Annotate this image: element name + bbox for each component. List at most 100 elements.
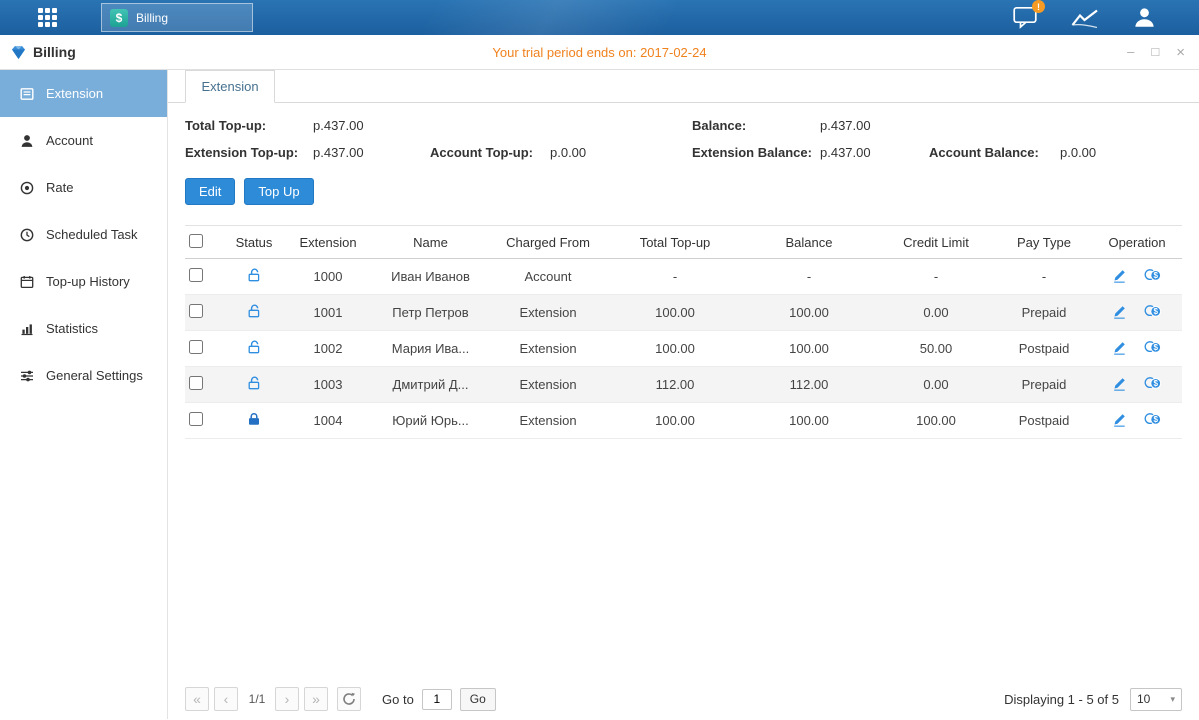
trial-notice: Your trial period ends on: 2017-02-24: [0, 45, 1199, 60]
pager-right: Displaying 1 - 5 of 5 10 ▾: [1004, 688, 1182, 711]
last-page-button[interactable]: »: [304, 687, 328, 711]
refresh-button[interactable]: [337, 687, 361, 711]
edit-icon[interactable]: [1112, 304, 1127, 319]
status-lock-icon[interactable]: [246, 303, 262, 319]
name-cell: Петр Петров: [373, 295, 488, 331]
top-up-icon[interactable]: $: [1144, 375, 1162, 391]
row-checkbox[interactable]: [189, 304, 203, 318]
credit-limit-cell: 0.00: [876, 295, 996, 331]
reports-chart-icon[interactable]: [1070, 6, 1100, 30]
sidebar-item-general-settings[interactable]: General Settings: [0, 352, 167, 399]
svg-text:$: $: [1153, 379, 1158, 388]
summary-value: р.0.00: [550, 145, 586, 160]
row-checkbox[interactable]: [189, 268, 203, 282]
total-topup-cell: 100.00: [608, 403, 742, 439]
apps-grid-icon[interactable]: [38, 8, 57, 27]
top-up-icon[interactable]: $: [1144, 267, 1162, 283]
charged-from-cell: Extension: [488, 403, 608, 439]
pay-type-cell: Prepaid: [996, 367, 1092, 403]
col-operation: Operation: [1092, 226, 1182, 259]
summary-extension-topup: Extension Top-up: р.437.00: [185, 145, 430, 160]
pay-type-cell: -: [996, 259, 1092, 295]
goto-page-input[interactable]: [422, 689, 452, 710]
row-checkbox[interactable]: [189, 376, 203, 390]
topbar-tab-billing[interactable]: $ Billing: [101, 3, 253, 32]
sidebar-item-account[interactable]: Account: [0, 117, 167, 164]
notification-badge: !: [1032, 0, 1045, 13]
summary-balance: Balance: р.437.00: [692, 118, 929, 133]
balance-cell: 100.00: [742, 295, 876, 331]
tabs-row: Extension: [168, 70, 1199, 103]
svg-text:$: $: [1153, 415, 1158, 424]
balance-summary: Total Top-up: р.437.00 Balance: р.437.00…: [185, 118, 1182, 160]
row-checkbox[interactable]: [189, 412, 203, 426]
pay-type-cell: Postpaid: [996, 331, 1092, 367]
edit-icon[interactable]: [1112, 268, 1127, 283]
top-up-icon[interactable]: $: [1144, 339, 1162, 355]
billing-dollar-icon: $: [110, 9, 128, 27]
pagination-bar: « ‹ 1/1 › » Go to Go: [185, 687, 1182, 711]
sidebar-item-rate[interactable]: Rate: [0, 164, 167, 211]
sidebar-label: Account: [46, 133, 93, 148]
edit-icon[interactable]: [1112, 412, 1127, 427]
charged-from-cell: Account: [488, 259, 608, 295]
calendar-icon: [19, 274, 35, 290]
summary-value: р.437.00: [820, 145, 871, 160]
sidebar-item-scheduled-task[interactable]: Scheduled Task: [0, 211, 167, 258]
top-up-icon[interactable]: $: [1144, 303, 1162, 319]
name-cell: Юрий Юрь...: [373, 403, 488, 439]
notifications-icon[interactable]: !: [1013, 6, 1038, 29]
sidebar-label: General Settings: [46, 368, 143, 383]
sidebar-item-statistics[interactable]: Statistics: [0, 305, 167, 352]
row-checkbox[interactable]: [189, 340, 203, 354]
next-page-button[interactable]: ›: [275, 687, 299, 711]
credit-limit-cell: 0.00: [876, 367, 996, 403]
pay-type-cell: Postpaid: [996, 403, 1092, 439]
edit-button[interactable]: Edit: [185, 178, 235, 205]
go-button[interactable]: Go: [460, 688, 496, 711]
extension-cell: 1001: [283, 295, 373, 331]
pay-type-cell: Prepaid: [996, 295, 1092, 331]
tab-extension[interactable]: Extension: [185, 70, 275, 103]
balance-cell: -: [742, 259, 876, 295]
top-up-icon[interactable]: $: [1144, 411, 1162, 427]
sidebar-label: Statistics: [46, 321, 98, 336]
col-total-topup: Total Top-up: [608, 226, 742, 259]
status-lock-icon[interactable]: [246, 411, 262, 427]
page-size-value: 10: [1137, 692, 1150, 706]
sliders-icon: [19, 368, 35, 384]
sidebar-label: Extension: [46, 86, 103, 101]
first-page-button[interactable]: «: [185, 687, 209, 711]
user-account-icon[interactable]: [1132, 5, 1157, 30]
prev-page-button[interactable]: ‹: [214, 687, 238, 711]
sidebar-item-topup-history[interactable]: Top-up History: [0, 258, 167, 305]
extension-cell: 1004: [283, 403, 373, 439]
status-lock-icon[interactable]: [246, 339, 262, 355]
page-size-select[interactable]: 10 ▾: [1130, 688, 1182, 711]
minimize-button[interactable]: –: [1127, 45, 1134, 60]
name-cell: Дмитрий Д...: [373, 367, 488, 403]
edit-icon[interactable]: [1112, 340, 1127, 355]
table-row: 1003 Дмитрий Д... Extension 112.00 112.0…: [185, 367, 1182, 403]
sidebar-item-extension[interactable]: Extension: [0, 70, 167, 117]
status-lock-icon[interactable]: [246, 267, 262, 283]
goto-label: Go to: [382, 692, 414, 707]
select-all-checkbox[interactable]: [189, 234, 203, 248]
app-window: $ Billing !: [0, 0, 1199, 720]
edit-icon[interactable]: [1112, 376, 1127, 391]
svg-text:$: $: [1153, 271, 1158, 280]
charged-from-cell: Extension: [488, 367, 608, 403]
summary-total-topup: Total Top-up: р.437.00: [185, 118, 430, 133]
status-lock-icon[interactable]: [246, 375, 262, 391]
maximize-button[interactable]: □: [1151, 45, 1159, 60]
extension-content: Total Top-up: р.437.00 Balance: р.437.00…: [168, 103, 1199, 719]
name-cell: Иван Иванов: [373, 259, 488, 295]
balance-cell: 100.00: [742, 331, 876, 367]
top-up-button[interactable]: Top Up: [244, 178, 313, 205]
summary-account-balance: Account Balance: р.0.00: [929, 145, 1182, 160]
summary-extension-balance: Extension Balance: р.437.00: [692, 145, 929, 160]
extension-table: Status Extension Name Charged From Total…: [185, 225, 1182, 439]
close-button[interactable]: ×: [1176, 45, 1185, 60]
summary-account-topup: Account Top-up: р.0.00: [430, 145, 692, 160]
col-status: Status: [225, 226, 283, 259]
